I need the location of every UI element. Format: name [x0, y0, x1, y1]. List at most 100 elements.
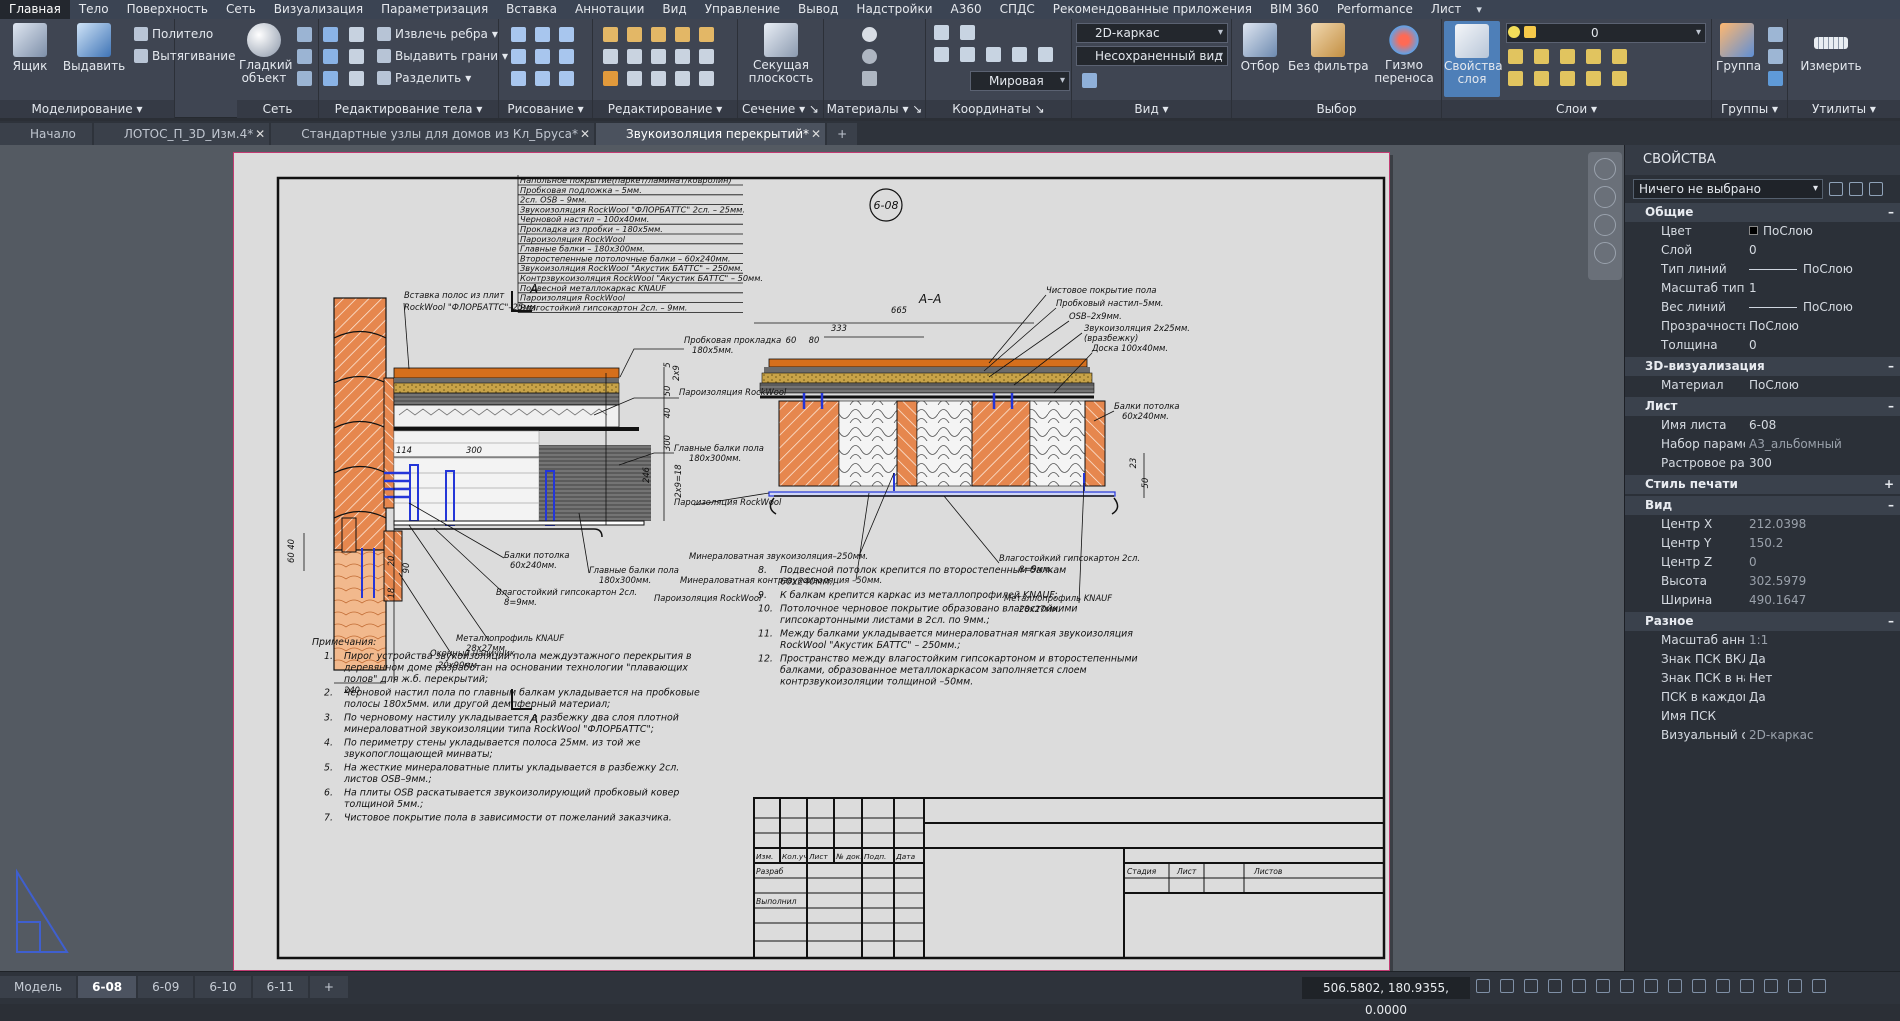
- ribbon-tab[interactable]: Параметризация: [372, 0, 497, 19]
- viewport-config-icon[interactable]: [1082, 73, 1097, 88]
- erase-icon[interactable]: [603, 71, 618, 86]
- property-value[interactable]: 300: [1745, 454, 1900, 473]
- rectangle-icon[interactable]: [559, 49, 574, 64]
- collapse-icon[interactable]: +: [1884, 475, 1894, 494]
- property-value[interactable]: 0: [1745, 241, 1900, 260]
- collapse-icon[interactable]: –: [1888, 203, 1894, 222]
- annotation-scale-icon[interactable]: [1692, 979, 1706, 993]
- join-icon[interactable]: [651, 71, 666, 86]
- orbit-icon[interactable]: [1594, 242, 1616, 264]
- ribbon-tab[interactable]: Вывод: [789, 0, 847, 19]
- close-icon[interactable]: ✕: [255, 123, 265, 145]
- circle-icon[interactable]: [535, 49, 550, 64]
- smooth-object-button[interactable]: Гладкий объект: [239, 23, 292, 85]
- panel-title-solid-edit[interactable]: Редактирование тела ▾: [319, 100, 498, 118]
- visual-style-select[interactable]: 2D-каркас: [1076, 23, 1228, 43]
- property-group-header[interactable]: 3D-визуализация –: [1625, 357, 1900, 376]
- quick-select-icon[interactable]: [1869, 182, 1883, 196]
- panel-title-section[interactable]: Сечение ▾ ↘: [738, 100, 823, 118]
- property-row[interactable]: Цвет ПоСлою: [1625, 222, 1900, 241]
- file-tab[interactable]: Стандартные узлы для домов из Кл_Бруса* ✕: [271, 123, 595, 145]
- panel-title-mesh[interactable]: Сеть: [237, 100, 318, 118]
- selection-select[interactable]: Ничего не выбрано: [1633, 179, 1823, 199]
- layer-tool-icon[interactable]: [1508, 71, 1523, 86]
- region-icon[interactable]: [559, 71, 574, 86]
- property-row[interactable]: Тип линий ПоСлою: [1625, 260, 1900, 279]
- property-value[interactable]: 6-08: [1745, 416, 1900, 435]
- hatch-icon[interactable]: [535, 71, 550, 86]
- line-icon[interactable]: [511, 27, 526, 42]
- property-row[interactable]: ПСК в каждом В... Да: [1625, 688, 1900, 707]
- property-value[interactable]: ПоСлою: [1745, 298, 1900, 317]
- property-value[interactable]: А3_альбомный: [1745, 435, 1900, 454]
- ribbon-tab[interactable]: Тело: [70, 0, 118, 19]
- workspace-icon[interactable]: [1716, 979, 1730, 993]
- align-icon[interactable]: [699, 71, 714, 86]
- osnap-icon[interactable]: [1596, 979, 1610, 993]
- file-tab[interactable]: Звукоизоляция перекрытий* ✕: [596, 123, 826, 145]
- property-row[interactable]: Центр Y 150.2: [1625, 534, 1900, 553]
- extrude-button[interactable]: Выдавить: [62, 23, 126, 73]
- box-button[interactable]: Ящик: [8, 23, 52, 73]
- stretch-icon[interactable]: [675, 49, 690, 64]
- layout-tab[interactable]: 6-10: [195, 976, 251, 998]
- property-row[interactable]: Масштаб типа л... 1: [1625, 279, 1900, 298]
- layer-tool-icon[interactable]: [1534, 49, 1549, 64]
- ribbon-tab[interactable]: Performance: [1328, 0, 1422, 19]
- property-row[interactable]: Масштаб аннот... 1:1: [1625, 631, 1900, 650]
- ribbon-tab[interactable]: BIM 360: [1261, 0, 1328, 19]
- property-value[interactable]: ПоСлою: [1745, 376, 1900, 395]
- coordinates-readout[interactable]: 506.5802, 180.9355, 0.0000: [1302, 977, 1470, 1017]
- property-row[interactable]: Набор парамет... А3_альбомный: [1625, 435, 1900, 454]
- property-row[interactable]: Имя ПСК: [1625, 707, 1900, 726]
- new-tab-button[interactable]: +: [827, 123, 858, 145]
- panel-title-modeling[interactable]: Моделирование ▾: [0, 100, 174, 118]
- separate-button[interactable]: Разделить ▾: [377, 71, 471, 85]
- property-row[interactable]: Прозрачность ПоСлою: [1625, 317, 1900, 336]
- property-group-header[interactable]: Стиль печати +: [1625, 475, 1900, 494]
- layer-tool-icon[interactable]: [1560, 49, 1575, 64]
- ucs-origin-icon[interactable]: [960, 25, 975, 40]
- property-row[interactable]: Вес линий ПоСлою: [1625, 298, 1900, 317]
- ribbon-tab[interactable]: Рекомендованные приложения: [1044, 0, 1261, 19]
- hardware-accel-icon[interactable]: [1764, 979, 1778, 993]
- property-row[interactable]: Знак ПСК ВКЛ Да: [1625, 650, 1900, 669]
- ribbon-tab[interactable]: Вид: [653, 0, 695, 19]
- property-row[interactable]: Центр X 212.0398: [1625, 515, 1900, 534]
- fillet-icon[interactable]: [651, 49, 666, 64]
- property-row[interactable]: Визуальный стиль 2D-каркас: [1625, 726, 1900, 745]
- ribbon-tab[interactable]: СПДС: [991, 0, 1044, 19]
- property-row[interactable]: Слой 0: [1625, 241, 1900, 260]
- transparency-icon[interactable]: [1644, 979, 1658, 993]
- ortho-icon[interactable]: [1548, 979, 1562, 993]
- cull-button[interactable]: Отбор: [1238, 23, 1282, 73]
- steering-wheel-icon[interactable]: [1594, 158, 1616, 180]
- layer-select[interactable]: 0: [1506, 23, 1706, 43]
- property-value[interactable]: ПоСлою: [1745, 260, 1900, 279]
- panel-title-draw[interactable]: Рисование ▾: [499, 100, 592, 118]
- layer-tool-icon[interactable]: [1534, 71, 1549, 86]
- pan-icon[interactable]: [1594, 186, 1616, 208]
- property-value[interactable]: 0: [1745, 553, 1900, 572]
- property-group-header[interactable]: Общие –: [1625, 203, 1900, 222]
- panel-title-utilities[interactable]: Утилиты ▾: [1788, 100, 1900, 118]
- property-value[interactable]: ПоСлою: [1745, 222, 1900, 241]
- rotate-icon[interactable]: [627, 27, 642, 42]
- ribbon-minimize-icon[interactable]: ▾: [1470, 0, 1488, 19]
- property-value[interactable]: [1745, 707, 1900, 726]
- property-value[interactable]: 0: [1745, 336, 1900, 355]
- ribbon-tab[interactable]: Лист: [1422, 0, 1470, 19]
- zoom-icon[interactable]: [1594, 214, 1616, 236]
- layout-tab[interactable]: Модель: [0, 976, 77, 998]
- property-row[interactable]: Растровое разр... 300: [1625, 454, 1900, 473]
- interfere-icon[interactable]: [349, 49, 364, 64]
- bulb-icon[interactable]: [1508, 26, 1520, 38]
- trim-icon[interactable]: [651, 27, 666, 42]
- property-value[interactable]: 302.5979: [1745, 572, 1900, 591]
- ucs-icon[interactable]: [934, 25, 949, 40]
- extract-edges-button[interactable]: Извлечь ребра ▾: [377, 27, 498, 41]
- layer-tool-icon[interactable]: [1560, 71, 1575, 86]
- union-icon[interactable]: [323, 27, 338, 42]
- saved-view-select[interactable]: Несохраненный вид: [1076, 46, 1228, 66]
- file-tab[interactable]: ЛОТОС_П_3D_Изм.4* ✕: [93, 123, 270, 145]
